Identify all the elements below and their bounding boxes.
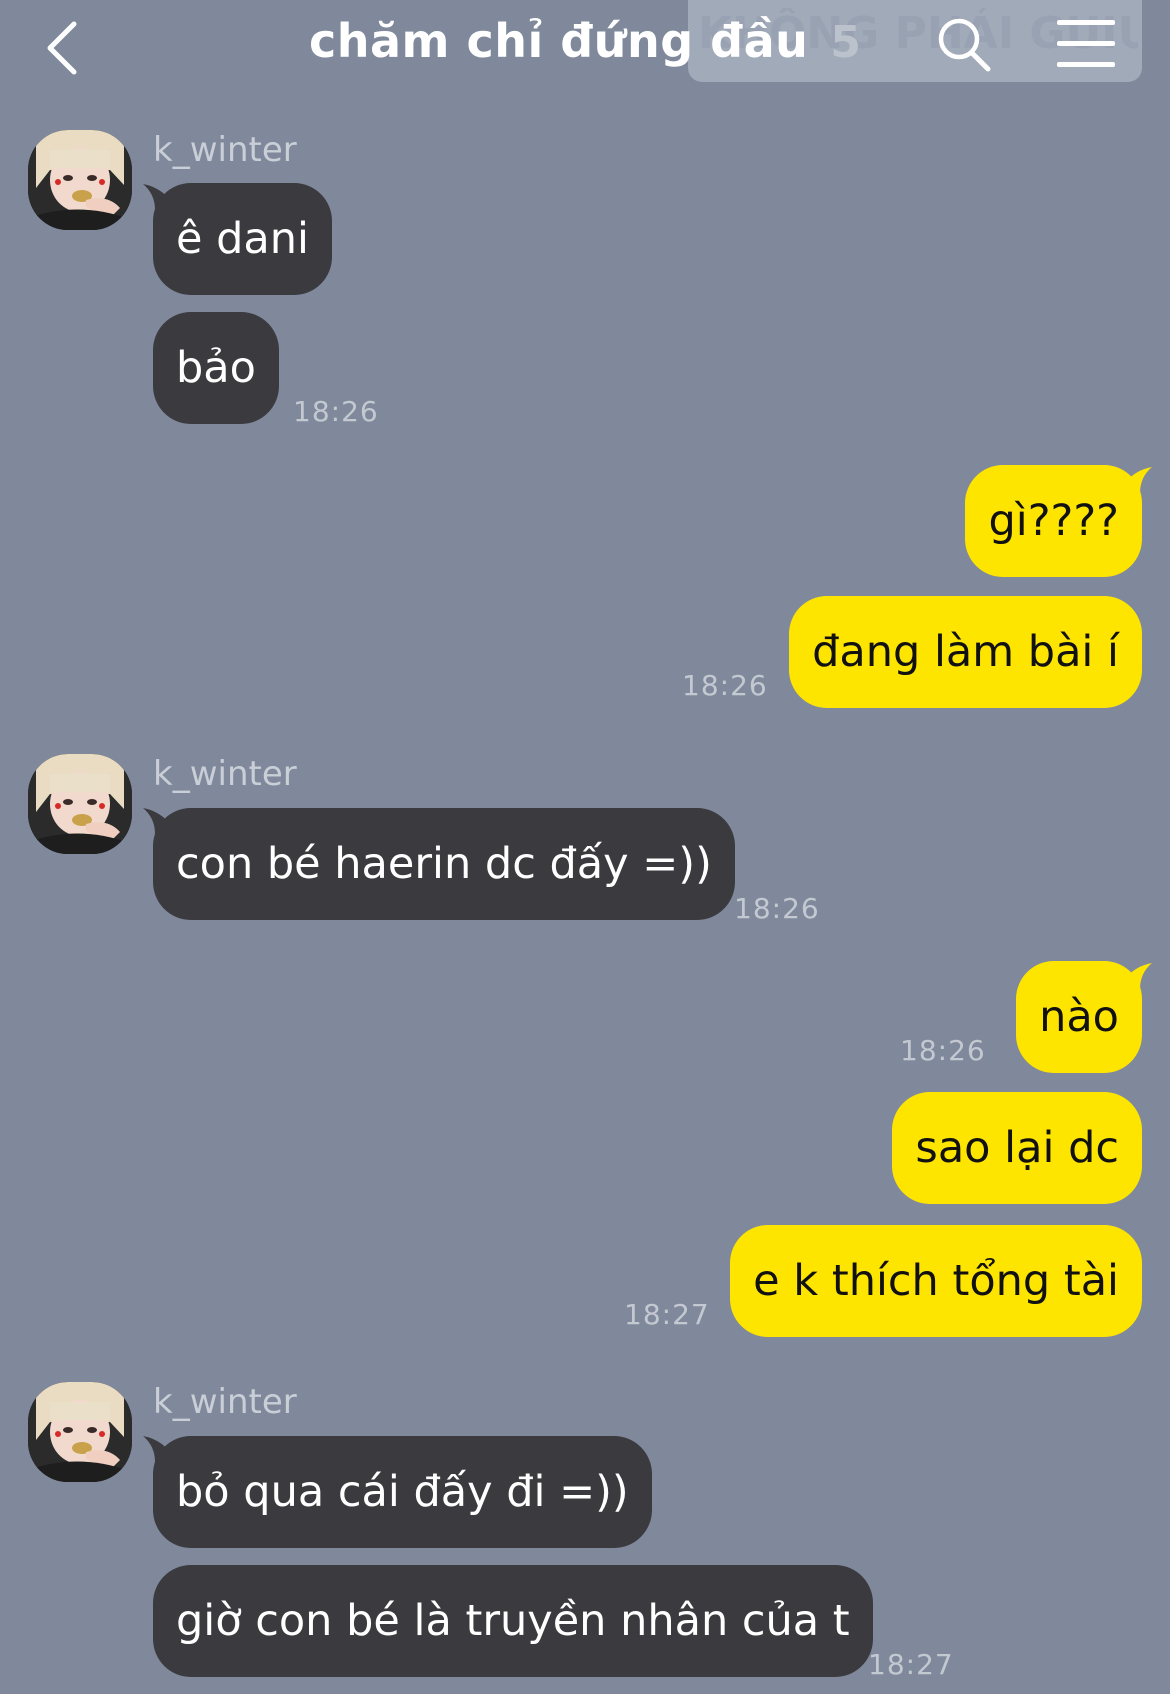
avatar-photo [28,130,132,230]
avatar-photo [28,754,132,854]
avatar[interactable] [28,130,132,230]
message-bubble-incoming[interactable]: giờ con bé là truyền nhân của t [153,1565,873,1677]
avatar[interactable] [28,754,132,854]
chat-header: KHÔNG PHẢI GUIU chăm chỉ đứng đầu 5 [0,0,1170,100]
sender-name: k_winter [153,1382,297,1422]
message-time: 18:26 [900,1034,986,1067]
message-time: 18:26 [734,892,820,925]
menu-button[interactable] [1055,18,1117,70]
message-bubble-outgoing[interactable]: sao lại dc [892,1092,1142,1204]
avatar-photo [28,1382,132,1482]
message-bubble-incoming[interactable]: con bé haerin dc đấy =)) [153,808,735,920]
avatar[interactable] [28,1382,132,1482]
sender-name: k_winter [153,754,297,794]
message-bubble-outgoing[interactable]: gì???? [965,465,1142,577]
message-time: 18:27 [868,1648,954,1681]
search-button[interactable] [936,14,992,74]
message-time: 18:26 [293,395,379,428]
search-icon [938,18,991,72]
message-bubble-outgoing[interactable]: đang làm bài í [789,596,1142,708]
message-time: 18:27 [624,1298,710,1331]
back-chevron-icon [47,21,77,75]
sender-name: k_winter [153,130,297,170]
message-bubble-incoming[interactable]: ê dani [153,183,332,295]
message-bubble-incoming[interactable]: bỏ qua cái đấy đi =)) [153,1436,652,1548]
message-bubble-incoming[interactable]: bảo [153,312,279,424]
back-button[interactable] [40,18,90,78]
message-bubble-outgoing[interactable]: nào [1016,961,1142,1073]
message-bubble-outgoing[interactable]: e k thích tổng tài [730,1225,1142,1337]
message-time: 18:26 [682,669,768,702]
